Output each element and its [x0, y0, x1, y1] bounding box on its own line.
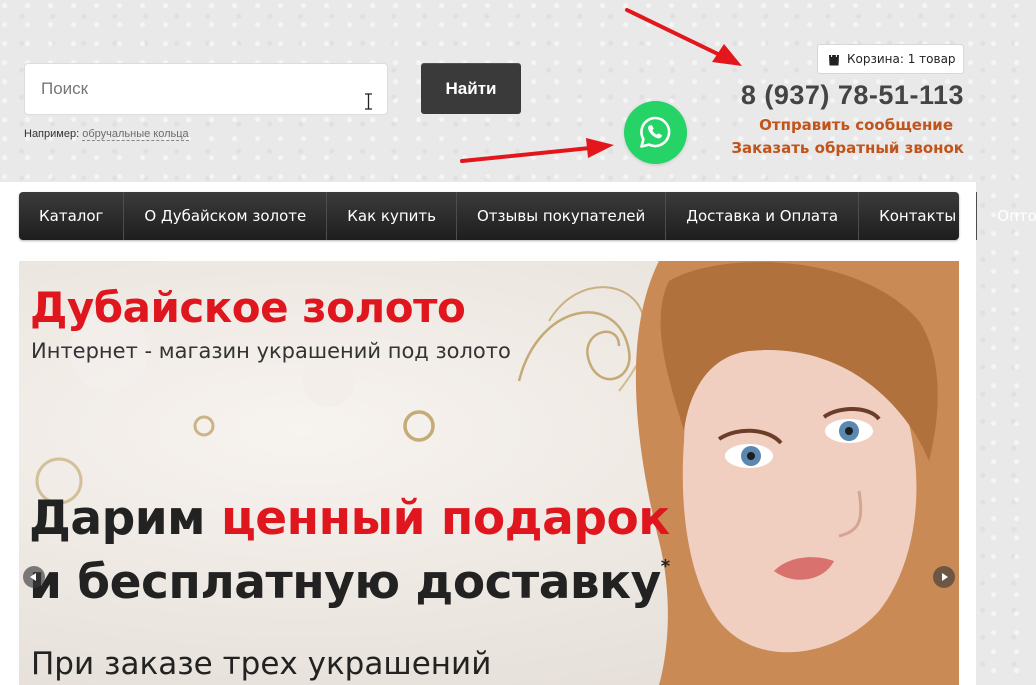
cart-label: Корзина: 1 товар [847, 52, 956, 66]
nav-item-delivery-payment[interactable]: Доставка и Оплата [666, 192, 860, 240]
banner-offer-line2-text: и бесплатную доставку [29, 555, 661, 610]
main-nav: Каталог О Дубайском золоте Как купить От… [19, 192, 1036, 240]
whatsapp-button[interactable] [624, 101, 687, 164]
banner-subtitle: Интернет - магазин украшений под золото [31, 339, 511, 363]
whatsapp-icon [640, 116, 671, 148]
annotation-arrow-whatsapp [460, 138, 614, 163]
banner-title: Дубайское золото [30, 283, 466, 332]
nav-item-wholesale[interactable]: Оптом [977, 192, 1036, 240]
search-button[interactable]: Найти [421, 63, 521, 114]
banner-offer-line1-black: Дарим [29, 491, 221, 546]
shopping-bag-icon [829, 52, 839, 66]
model-portrait-image [635, 261, 959, 685]
search-input[interactable] [25, 64, 387, 114]
banner-offer-line2: и бесплатную доставку* [29, 555, 670, 610]
phone-number[interactable]: 8 (937) 78-51-113 [741, 80, 964, 111]
callback-link[interactable]: Заказать обратный звонок [731, 139, 964, 157]
banner-offer-line1: Дарим ценный подарок [29, 491, 670, 546]
nav-item-catalog[interactable]: Каталог [19, 192, 125, 240]
promo-banner[interactable]: Дубайское золото Интернет - магазин укра… [19, 261, 959, 685]
nav-item-reviews[interactable]: Отзывы покупателей [457, 192, 667, 240]
nav-item-how-to-buy[interactable]: Как купить [327, 192, 457, 240]
banner-offer-line1-red: ценный подарок [220, 491, 670, 546]
annotation-arrow-phone [625, 8, 742, 66]
search-example-link[interactable]: обручальные кольца [82, 128, 189, 141]
nav-item-contacts[interactable]: Контакты [859, 192, 978, 240]
cart-button[interactable]: Корзина: 1 товар [817, 44, 964, 74]
nav-item-about-dubai-gold[interactable]: О Дубайском золоте [124, 192, 328, 240]
search-example: Например: обручальные кольца [24, 128, 189, 141]
search-box[interactable] [24, 63, 388, 115]
search-example-prefix: Например: [24, 128, 80, 140]
banner-footnote-mark: * [660, 556, 670, 577]
banner-condition: При заказе трех украшений [31, 646, 492, 682]
send-message-link[interactable]: Отправить сообщение [759, 116, 953, 134]
slider-next-button[interactable] [933, 566, 955, 588]
slider-prev-button[interactable] [23, 566, 45, 588]
text-cursor-icon [365, 93, 372, 110]
